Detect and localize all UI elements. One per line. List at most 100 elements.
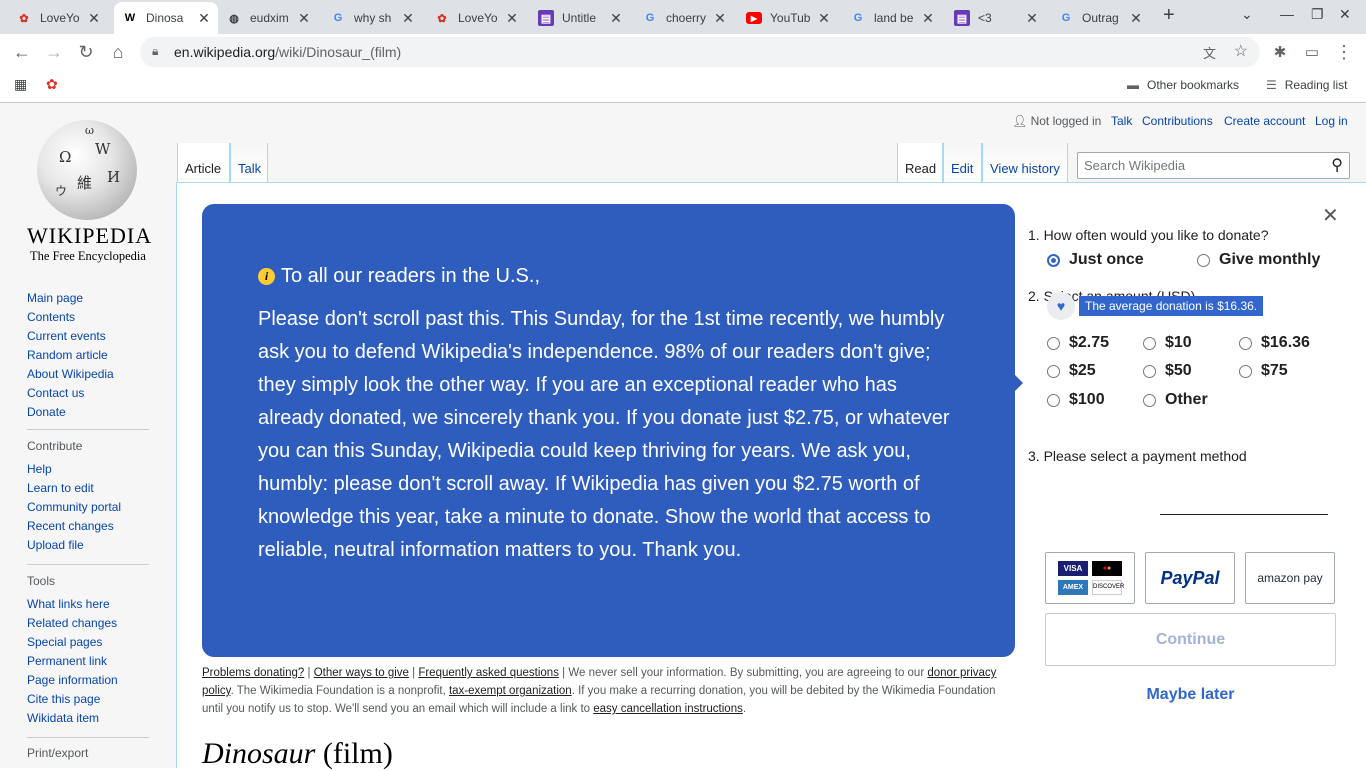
browser-tab[interactable]: ✿ LoveYo ✕ bbox=[8, 4, 108, 32]
amount-radio[interactable]: Other bbox=[1143, 391, 1208, 409]
close-tab-icon[interactable]: ✕ bbox=[504, 10, 520, 27]
browser-tab[interactable]: G Outrag ✕ bbox=[1050, 4, 1150, 32]
sidebar-link[interactable]: Recent changes bbox=[27, 517, 121, 536]
browser-tab[interactable]: ◍ eudxim ✕ bbox=[218, 4, 318, 32]
sidebar-link[interactable]: Contents bbox=[27, 308, 114, 327]
browser-tab[interactable]: ▶ YouTub ✕ bbox=[738, 4, 838, 32]
browser-tab[interactable]: Gwhy sh ✕ bbox=[322, 4, 422, 32]
sidebar-link[interactable]: Special pages bbox=[27, 633, 118, 652]
close-tab-icon[interactable]: ✕ bbox=[608, 10, 624, 27]
reading-list[interactable]: ☰ Reading list bbox=[1266, 78, 1347, 92]
amazon-pay-button[interactable]: amazon pay bbox=[1245, 552, 1335, 604]
translate-icon[interactable]: 文 bbox=[1203, 43, 1216, 62]
tools-heading: Tools bbox=[27, 574, 56, 588]
sidebar-link[interactable]: About Wikipedia bbox=[27, 365, 114, 384]
sidebar-link[interactable]: Related changes bbox=[27, 614, 118, 633]
browser-tab[interactable]: Gchoerry ✕ bbox=[634, 4, 734, 32]
amount-radio[interactable]: $16.36 bbox=[1239, 334, 1310, 352]
forms-icon: ▤ bbox=[954, 10, 970, 26]
tab-read-label[interactable]: Read bbox=[905, 161, 936, 176]
amount-radio[interactable]: $75 bbox=[1239, 362, 1288, 380]
just-once-radio[interactable]: Just once bbox=[1047, 251, 1144, 269]
close-tab-icon[interactable]: ✕ bbox=[86, 10, 102, 27]
reload-button[interactable]: ↻ bbox=[74, 40, 98, 64]
close-tab-icon[interactable]: ✕ bbox=[920, 10, 936, 27]
problems-donating-link[interactable]: Problems donating? bbox=[202, 667, 304, 679]
other-bookmarks[interactable]: ▬ Other bookmarks bbox=[1127, 78, 1239, 92]
search-input[interactable]: Search Wikipedia ⚲ bbox=[1077, 152, 1350, 179]
give-monthly-radio[interactable]: Give monthly bbox=[1197, 251, 1320, 269]
amount-radio[interactable]: $25 bbox=[1047, 362, 1096, 380]
create-account-link[interactable]: Create account bbox=[1224, 114, 1305, 128]
close-tab-icon[interactable]: ✕ bbox=[1128, 10, 1144, 27]
maybe-later-button[interactable]: Maybe later bbox=[1045, 686, 1336, 704]
close-window-button[interactable]: ✕ bbox=[1339, 6, 1351, 23]
tab-talk-label[interactable]: Talk bbox=[238, 161, 261, 176]
browser-tab[interactable]: ▤ Untitle ✕ bbox=[530, 4, 630, 32]
bear-bookmark-icon[interactable]: ✿ bbox=[46, 76, 58, 93]
address-bar[interactable]: 🔒︎ en.wikipedia.org/wiki/Dinosaur_(film)… bbox=[140, 37, 1260, 67]
amount-radio[interactable]: $100 bbox=[1047, 391, 1105, 409]
minimize-button[interactable]: — bbox=[1280, 6, 1294, 22]
menu-icon[interactable]: ⋮ bbox=[1332, 40, 1356, 64]
google-icon: G bbox=[645, 12, 655, 24]
apps-icon[interactable]: ▦ bbox=[14, 76, 27, 93]
bear-icon: ✿ bbox=[437, 12, 447, 25]
close-tab-icon[interactable]: ✕ bbox=[1024, 10, 1040, 27]
restore-button[interactable]: ❐ bbox=[1311, 6, 1324, 23]
sidebar-link[interactable]: Cite this page bbox=[27, 690, 118, 709]
tab-article-label[interactable]: Article bbox=[185, 161, 221, 176]
contributions-link[interactable]: Contributions bbox=[1142, 114, 1213, 128]
cast-icon[interactable]: ▭ bbox=[1300, 40, 1324, 64]
sidebar-link[interactable]: Learn to edit bbox=[27, 479, 121, 498]
forward-button[interactable]: → bbox=[42, 40, 66, 64]
tab-search-icon[interactable]: ⌄ bbox=[1241, 6, 1253, 23]
close-tab-icon[interactable]: ✕ bbox=[196, 10, 212, 27]
bookmark-star-icon[interactable]: ☆ bbox=[1234, 41, 1248, 61]
sidebar-link[interactable]: Contact us bbox=[27, 384, 114, 403]
other-amount-input[interactable] bbox=[1160, 514, 1328, 515]
close-tab-icon[interactable]: ✕ bbox=[400, 10, 416, 27]
home-button[interactable]: ⌂ bbox=[106, 40, 130, 64]
tab-history-label[interactable]: View history bbox=[990, 161, 1060, 176]
sidebar-link[interactable]: Upload file bbox=[27, 536, 121, 555]
browser-tab[interactable]: Gland be ✕ bbox=[842, 4, 942, 32]
sidebar-link[interactable]: Help bbox=[27, 460, 121, 479]
sidebar-link[interactable]: Random article bbox=[27, 346, 114, 365]
user-talk-link[interactable]: Talk bbox=[1111, 114, 1132, 128]
faq-link[interactable]: Frequently asked questions bbox=[418, 667, 559, 679]
close-banner-icon[interactable]: ✕ bbox=[1322, 203, 1339, 228]
sidebar-link[interactable]: Main page bbox=[27, 289, 114, 308]
cancellation-link[interactable]: easy cancellation instructions bbox=[593, 703, 743, 715]
sidebar-link[interactable]: Permanent link bbox=[27, 652, 118, 671]
sidebar-navigation: Main page Contents Current events Random ar… bbox=[27, 289, 114, 422]
sidebar-link[interactable]: Wikidata item bbox=[27, 709, 118, 728]
sidebar-link[interactable]: Current events bbox=[27, 327, 114, 346]
continue-button[interactable]: Continue bbox=[1045, 613, 1336, 666]
card-payment-button[interactable]: VISA ●● AMEX DISCOVER bbox=[1045, 552, 1135, 604]
close-tab-icon[interactable]: ✕ bbox=[712, 10, 728, 27]
new-tab-button[interactable]: + bbox=[1163, 4, 1175, 27]
tab-edit-label[interactable]: Edit bbox=[951, 161, 973, 176]
back-button[interactable]: ← bbox=[10, 40, 34, 64]
close-tab-icon[interactable]: ✕ bbox=[296, 10, 312, 27]
other-ways-link[interactable]: Other ways to give bbox=[314, 667, 409, 679]
browser-tab[interactable]: W Dinosa ✕ bbox=[114, 2, 218, 34]
sidebar-link[interactable]: Page information bbox=[27, 671, 118, 690]
amount-radio[interactable]: $10 bbox=[1143, 334, 1192, 352]
sidebar-link[interactable]: What links here bbox=[27, 595, 118, 614]
appeal-text: Please don't scroll past this. This Sund… bbox=[258, 308, 950, 561]
amount-radio[interactable]: $50 bbox=[1143, 362, 1192, 380]
login-link[interactable]: Log in bbox=[1315, 114, 1348, 128]
close-tab-icon[interactable]: ✕ bbox=[816, 10, 832, 27]
browser-tab[interactable]: ▤ <3 ✕ bbox=[946, 4, 1046, 32]
sidebar-link[interactable]: Donate bbox=[27, 403, 114, 422]
amount-radio[interactable]: $2.75 bbox=[1047, 334, 1109, 352]
search-icon[interactable]: ⚲ bbox=[1331, 155, 1343, 175]
sidebar-link[interactable]: Community portal bbox=[27, 498, 121, 517]
paypal-button[interactable]: PayPal bbox=[1145, 552, 1235, 604]
extensions-icon[interactable]: ✱ bbox=[1268, 40, 1292, 64]
wikipedia-logo[interactable]: Ω W 維 И ウ ω WIKIPEDIA The Free Encyclope… bbox=[27, 120, 151, 264]
tax-exempt-link[interactable]: tax-exempt organization bbox=[449, 685, 572, 697]
browser-tab[interactable]: ✿ LoveYo ✕ bbox=[426, 4, 526, 32]
